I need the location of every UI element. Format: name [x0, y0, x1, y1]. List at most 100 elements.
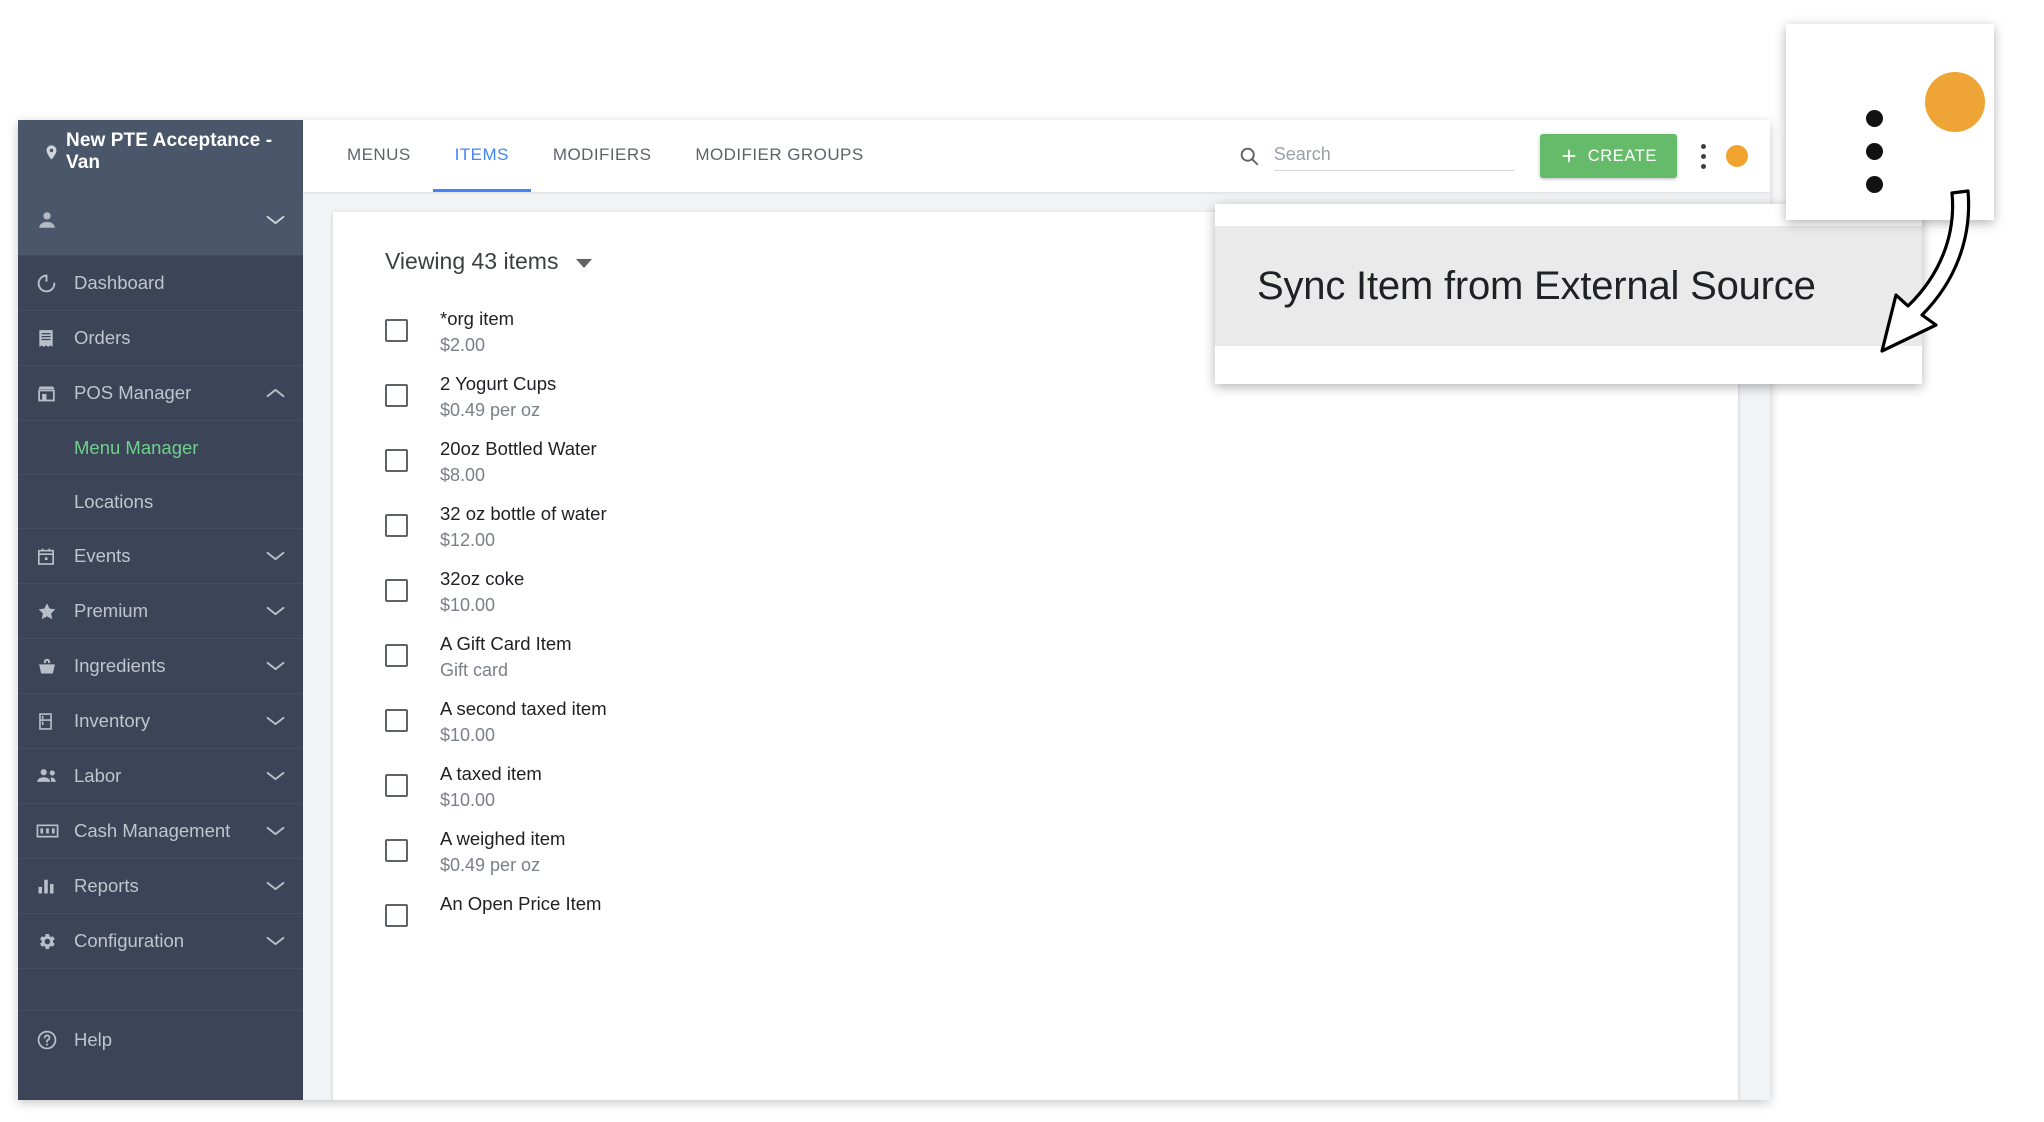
create-button[interactable]: CREATE [1539, 134, 1677, 178]
item-price: $10.00 [440, 725, 496, 746]
sidebar-item-label: Premium [74, 600, 149, 621]
zoom-inset-panel [1786, 24, 1994, 220]
item-text: A Gift Card Item Gift card [440, 632, 572, 684]
sidebar-user-menu[interactable] [18, 184, 303, 256]
sidebar-item-inventory[interactable]: Inventory [18, 694, 303, 749]
item-checkbox[interactable] [385, 449, 408, 472]
dashboard-ring-icon [36, 273, 74, 294]
item-checkbox[interactable] [385, 774, 408, 797]
item-price: $10.00 [440, 595, 496, 616]
item-checkbox[interactable] [385, 644, 408, 667]
list-item[interactable]: A taxed item $10.00 [333, 752, 1738, 817]
sidebar-item-labor[interactable]: Labor [18, 749, 303, 804]
sidebar-spacer [18, 969, 303, 1011]
chevron-down-icon [266, 935, 285, 947]
list-item[interactable]: 32oz coke $10.00 [333, 557, 1738, 622]
sidebar-item-label: Labor [74, 765, 122, 786]
sidebar-item-ingredients[interactable]: Ingredients [18, 639, 303, 694]
chevron-down-icon [266, 770, 285, 782]
item-name: A second taxed item [440, 698, 607, 719]
item-price: Gift card [440, 660, 509, 681]
list-item[interactable]: A Gift Card Item Gift card [333, 622, 1738, 687]
kebab-dot [1701, 163, 1706, 169]
list-item[interactable]: 20oz Bottled Water $8.00 [333, 427, 1738, 492]
sidebar-item-menu-manager[interactable]: Menu Manager [18, 421, 303, 475]
tab-items[interactable]: ITEMS [432, 120, 531, 192]
tab-label: MODIFIERS [552, 144, 652, 164]
item-text: 20oz Bottled Water $8.00 [440, 437, 597, 489]
item-checkbox[interactable] [385, 384, 408, 407]
people-icon [36, 766, 74, 786]
create-button-label: CREATE [1587, 146, 1657, 165]
gear-icon [36, 931, 74, 952]
sidebar-item-reports[interactable]: Reports [18, 859, 303, 914]
sidebar-item-label: Inventory [74, 710, 151, 731]
item-price: $0.49 per oz [440, 400, 541, 421]
sidebar-location-selector[interactable]: New PTE Acceptance - Van [18, 120, 303, 184]
star-icon [36, 601, 74, 622]
kebab-menu-icon [1866, 110, 1883, 193]
item-name: 32oz coke [440, 568, 525, 589]
sidebar-item-label: Configuration [74, 930, 185, 951]
sidebar-item-help[interactable]: Help [18, 1011, 303, 1069]
kebab-menu-icon[interactable] [1697, 140, 1710, 173]
sidebar-item-configuration[interactable]: Configuration [18, 914, 303, 969]
item-name: A Gift Card Item [440, 633, 572, 654]
chevron-down-icon [266, 660, 285, 672]
user-avatar[interactable] [1726, 145, 1748, 167]
sidebar-item-label: Dashboard [74, 272, 165, 293]
help-circle-icon [36, 1029, 74, 1051]
sidebar-header: New PTE Acceptance - Van [18, 120, 303, 256]
search-input[interactable] [1273, 141, 1514, 171]
item-checkbox[interactable] [385, 514, 408, 537]
item-price: $10.00 [440, 790, 496, 811]
sidebar: New PTE Acceptance - Van Dashboard Order… [18, 120, 303, 1100]
sidebar-item-label: Reports [74, 875, 139, 896]
cash-drawer-icon [36, 822, 74, 840]
sidebar-item-orders[interactable]: Orders [18, 311, 303, 366]
sidebar-item-label: Ingredients [74, 655, 166, 676]
top-bar-actions: CREATE [1238, 134, 1770, 178]
screenshot-root: New PTE Acceptance - Van Dashboard Order… [0, 0, 2044, 1122]
sidebar-item-label: POS Manager [74, 382, 192, 403]
kebab-dot [1866, 176, 1883, 193]
user-avatar [1925, 72, 1985, 132]
search-icon[interactable] [1238, 145, 1260, 167]
sidebar-item-label: Cash Management [74, 820, 231, 841]
calendar-icon [36, 546, 74, 567]
list-item[interactable]: A weighed item $0.49 per oz [333, 817, 1738, 882]
list-item[interactable]: 32 oz bottle of water $12.00 [333, 492, 1738, 557]
tab-menus[interactable]: MENUS [325, 120, 433, 192]
sidebar-item-cash-management[interactable]: Cash Management [18, 804, 303, 859]
item-checkbox[interactable] [385, 579, 408, 602]
sidebar-item-locations[interactable]: Locations [18, 475, 303, 529]
callout-text: Sync Item from External Source [1257, 263, 1816, 308]
item-checkbox[interactable] [385, 319, 408, 342]
storefront-icon [36, 383, 74, 404]
chevron-down-icon [266, 550, 285, 562]
tab-label: MODIFIER GROUPS [695, 144, 864, 164]
list-item[interactable]: A second taxed item $10.00 [333, 687, 1738, 752]
sidebar-item-events[interactable]: Events [18, 529, 303, 584]
sidebar-item-pos-manager[interactable]: POS Manager [18, 366, 303, 421]
item-checkbox[interactable] [385, 839, 408, 862]
sidebar-item-label: Orders [74, 327, 131, 348]
chevron-up-icon [266, 387, 285, 399]
sidebar-item-premium[interactable]: Premium [18, 584, 303, 639]
tab-modifier-groups[interactable]: MODIFIER GROUPS [673, 120, 885, 192]
item-checkbox[interactable] [385, 709, 408, 732]
top-bar: MENUS ITEMS MODIFIERS MODIFIER GROUPS Se… [303, 120, 1770, 192]
kebab-dot [1701, 153, 1706, 159]
tab-modifiers[interactable]: MODIFIERS [531, 120, 674, 192]
sidebar-item-label: Events [74, 545, 131, 566]
sidebar-item-dashboard[interactable]: Dashboard [18, 256, 303, 311]
item-checkbox[interactable] [385, 904, 408, 927]
kebab-dot [1866, 143, 1883, 160]
list-item[interactable]: An Open Price Item [333, 882, 1738, 947]
sidebar-location-label: New PTE Acceptance - Van [66, 130, 273, 173]
item-text: *org item $2.00 [440, 307, 514, 359]
bar-chart-icon [36, 876, 74, 896]
basket-icon [36, 656, 74, 677]
search-area [1238, 141, 1514, 171]
plus-icon [1560, 147, 1578, 165]
